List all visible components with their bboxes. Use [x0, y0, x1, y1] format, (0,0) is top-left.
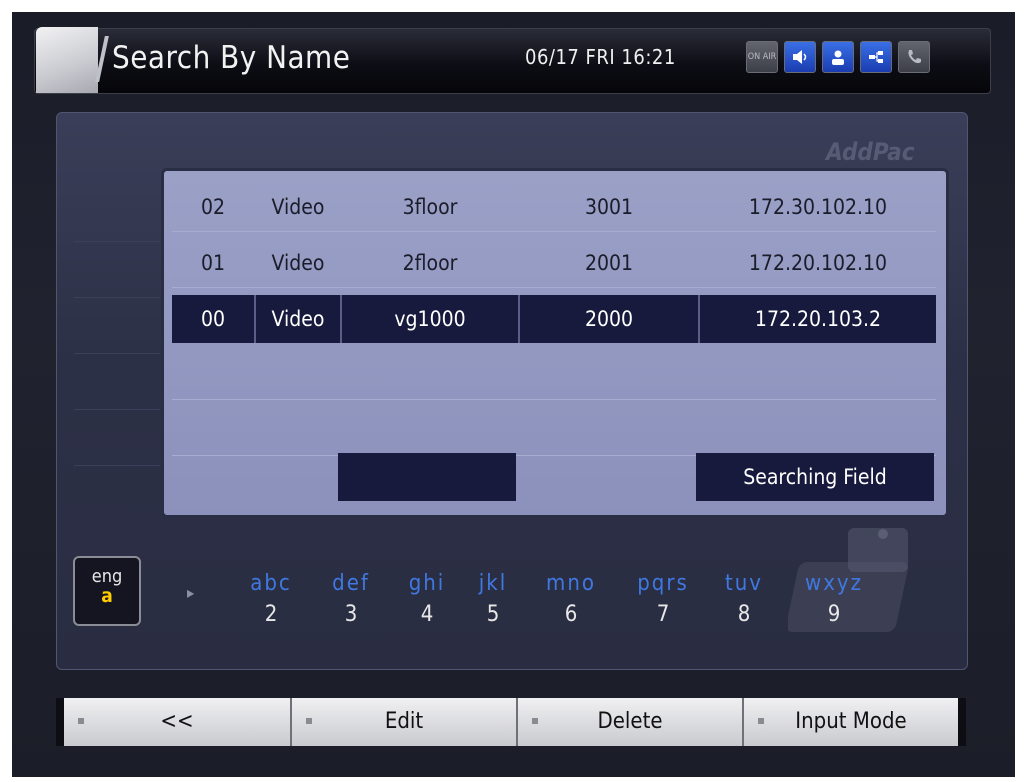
on-air-icon: ON AIR [746, 41, 778, 73]
input-mode-button-label: Input Mode [795, 709, 907, 734]
page-title: Search By Name [112, 40, 351, 76]
delete-button[interactable]: Delete [518, 698, 744, 746]
key-digit: 5 [486, 602, 500, 627]
key-7[interactable]: pqrs 7 [628, 571, 698, 627]
key-digit: 2 [264, 602, 278, 627]
key-digit: 3 [344, 602, 358, 627]
date-time: 06/17 FRI 16:21 [525, 45, 676, 69]
delete-button-label: Delete [597, 709, 663, 734]
entry-type: Video [271, 195, 325, 219]
key-6[interactable]: mno 6 [536, 571, 606, 627]
back-button-label: << [160, 709, 194, 734]
searching-field-label[interactable]: Searching Field [696, 453, 934, 501]
side-decoration [74, 186, 160, 466]
entry-name: vg1000 [342, 295, 520, 343]
back-button[interactable]: << [64, 698, 292, 746]
key-letters: tuv [724, 571, 763, 596]
status-icons: ON AIR [746, 41, 930, 73]
list-item-selected[interactable]: 00 Video vg1000 2000 172.20.103.2 [172, 295, 936, 343]
key-digit: 9 [827, 602, 841, 627]
key-digit: 7 [656, 602, 670, 627]
edit-button-label: Edit [384, 709, 424, 734]
list-item[interactable]: 01 Video 2floor 2001 172.20.102.10 [172, 239, 936, 288]
network-icon [860, 41, 892, 73]
on-air-label: ON AIR [747, 51, 777, 62]
key-digit: 6 [564, 602, 578, 627]
entry-ip: 172.20.103.2 [700, 295, 936, 343]
entry-id: 00 [172, 295, 256, 343]
key-4[interactable]: ghi 4 [392, 571, 462, 627]
key-letters: pqrs [637, 571, 689, 596]
entry-type: Video [256, 295, 342, 343]
key-letters: mno [546, 571, 596, 596]
key-digit: 4 [420, 602, 434, 627]
entry-number: 2000 [520, 295, 700, 343]
key-2[interactable]: abc 2 [236, 571, 306, 627]
input-mode-button[interactable]: Input Mode [744, 698, 958, 746]
input-lang: eng [91, 566, 123, 587]
edit-button[interactable]: Edit [292, 698, 518, 746]
search-result-list: 02 Video 3floor 3001 172.30.102.10 01 Vi… [161, 168, 949, 518]
user-icon [822, 41, 854, 73]
entry-id: 01 [200, 251, 226, 275]
entry-id: 02 [200, 195, 226, 219]
title-tab [36, 27, 98, 93]
chevron-right-icon: ▸ [187, 583, 195, 602]
key-5[interactable]: jkl 5 [458, 571, 528, 627]
list-item[interactable]: 02 Video 3floor 3001 172.30.102.10 [172, 183, 936, 232]
key-digit: 8 [737, 602, 751, 627]
key-3[interactable]: def 3 [316, 571, 386, 627]
phone-icon [898, 41, 930, 73]
key-letters: def [332, 571, 370, 596]
key-8[interactable]: tuv 8 [709, 571, 779, 627]
entry-type: Video [271, 251, 325, 275]
input-mode-indicator: eng a [73, 556, 141, 626]
input-case: a [101, 585, 113, 607]
speaker-icon [784, 41, 816, 73]
list-item-empty [172, 351, 936, 400]
key-letters: jkl [478, 571, 508, 596]
entry-ip: 172.20.102.10 [748, 251, 888, 275]
entry-name: 3floor [402, 195, 458, 219]
brand-logo: AddPac [826, 138, 915, 166]
search-input[interactable] [338, 453, 516, 501]
key-9[interactable]: wxyz 9 [799, 571, 869, 627]
key-letters: ghi [408, 571, 446, 596]
entry-name: 2floor [402, 251, 458, 275]
entry-number: 3001 [584, 195, 634, 219]
entry-number: 2001 [584, 251, 634, 275]
entry-ip: 172.30.102.10 [748, 195, 888, 219]
key-letters: abc [250, 571, 292, 596]
list-item-empty [172, 407, 936, 456]
key-letters: wxyz [805, 571, 863, 596]
